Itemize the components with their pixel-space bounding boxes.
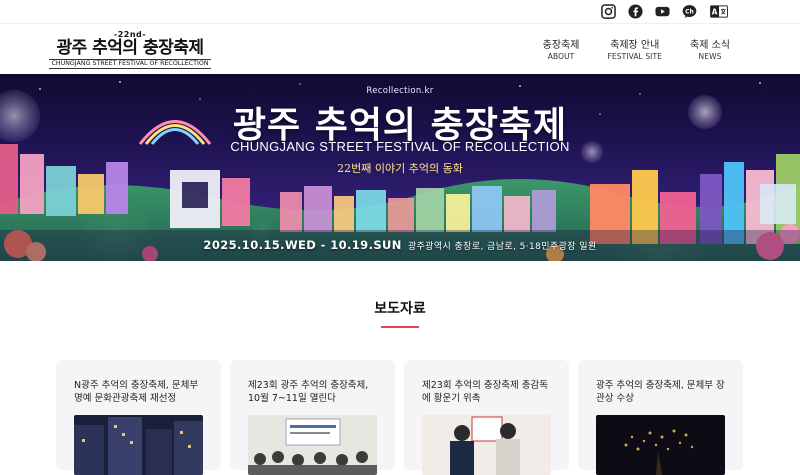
hero-banner[interactable]: Recollection.kr 광주 추억의 충장축제 CHUNGJANG ST…: [0, 74, 800, 261]
press-card-thumbnail: [248, 415, 377, 475]
language-label-a: A: [712, 7, 718, 16]
kakao-label: Ch: [685, 8, 694, 15]
press-card[interactable]: 제23회 추억의 충장축제 총감독에 황운기 위촉: [404, 360, 569, 475]
social-bar: Ch A: [0, 0, 800, 24]
press-card-thumbnail: [596, 415, 725, 475]
instagram-icon[interactable]: [601, 4, 616, 19]
banner-site-url: Recollection.kr: [366, 86, 434, 96]
youtube-icon[interactable]: [655, 4, 670, 19]
site-header: -22nd- 광주 추억의 충장축제 CHUNGJANG STREET FEST…: [0, 24, 800, 74]
nav-item-news[interactable]: 축제 소식 NEWS: [690, 39, 730, 62]
banner-dates-row: 2025.10.15.WED - 10.19.SUN 광주광역시 충장로, 금남로…: [0, 238, 800, 252]
logo-title: 광주 추억의 충장축제: [56, 37, 204, 58]
nav-item-festival-site[interactable]: 축제장 안내 FESTIVAL SITE: [607, 39, 662, 62]
press-card-title: N광주 추억의 충장축제, 문체부 명예 문화관광축제 재선정: [74, 380, 199, 404]
banner-location: 광주광역시 충장로, 금남로, 5·18민주광장 일원: [407, 242, 597, 252]
nav-label-ko: 축제장 안내: [610, 39, 660, 51]
nav-label-en: ABOUT: [547, 51, 575, 61]
banner-english-title: CHUNGJANG STREET FESTIVAL OF RECOLLECTIO…: [230, 139, 570, 154]
press-card[interactable]: 제23회 광주 추억의 충장축제, 10월 7~11일 열린다: [230, 360, 395, 475]
main-nav: 충장축제 ABOUT 축제장 안내 FESTIVAL SITE 축제 소식 NE…: [543, 39, 730, 62]
banner-tagline: 22번째 이야기 추억의 동화: [337, 162, 463, 175]
press-card[interactable]: 광주 추억의 충장축제, 문체부 장관상 수상: [578, 360, 743, 475]
kakao-channel-icon[interactable]: Ch: [682, 4, 697, 19]
banner-dates: 2025.10.15.WED - 10.19.SUN: [203, 238, 402, 252]
nav-label-en: NEWS: [698, 51, 722, 61]
press-card-title: 광주 추억의 충장축제, 문체부 장관상 수상: [596, 380, 725, 404]
nav-label-ko: 축제 소식: [690, 39, 730, 51]
press-card[interactable]: N광주 추억의 충장축제, 문체부 명예 문화관광축제 재선정: [56, 360, 221, 475]
section-title-underline: [381, 326, 419, 328]
nav-label-en: FESTIVAL SITE: [607, 51, 663, 61]
press-card-title: 제23회 추억의 충장축제 총감독에 황운기 위촉: [422, 380, 549, 404]
facebook-icon[interactable]: [628, 4, 643, 19]
language-icon[interactable]: A: [709, 4, 729, 19]
nav-item-about[interactable]: 충장축제 ABOUT: [543, 39, 580, 62]
logo-subtitle: CHUNGJANG STREET FESTIVAL OF RECOLLECTIO…: [49, 58, 211, 69]
press-card-thumbnail: [422, 415, 551, 475]
press-card-list: N광주 추억의 충장축제, 문체부 명예 문화관광축제 재선정 제23회 광주 …: [56, 360, 743, 475]
section-title: 보도자료: [374, 301, 426, 317]
nav-label-ko: 충장축제: [542, 39, 580, 51]
press-card-title: 제23회 광주 추억의 충장축제, 10월 7~11일 열린다: [248, 380, 369, 404]
press-card-thumbnail: [74, 415, 203, 475]
site-logo[interactable]: -22nd- 광주 추억의 충장축제 CHUNGJANG STREET FEST…: [49, 30, 211, 69]
